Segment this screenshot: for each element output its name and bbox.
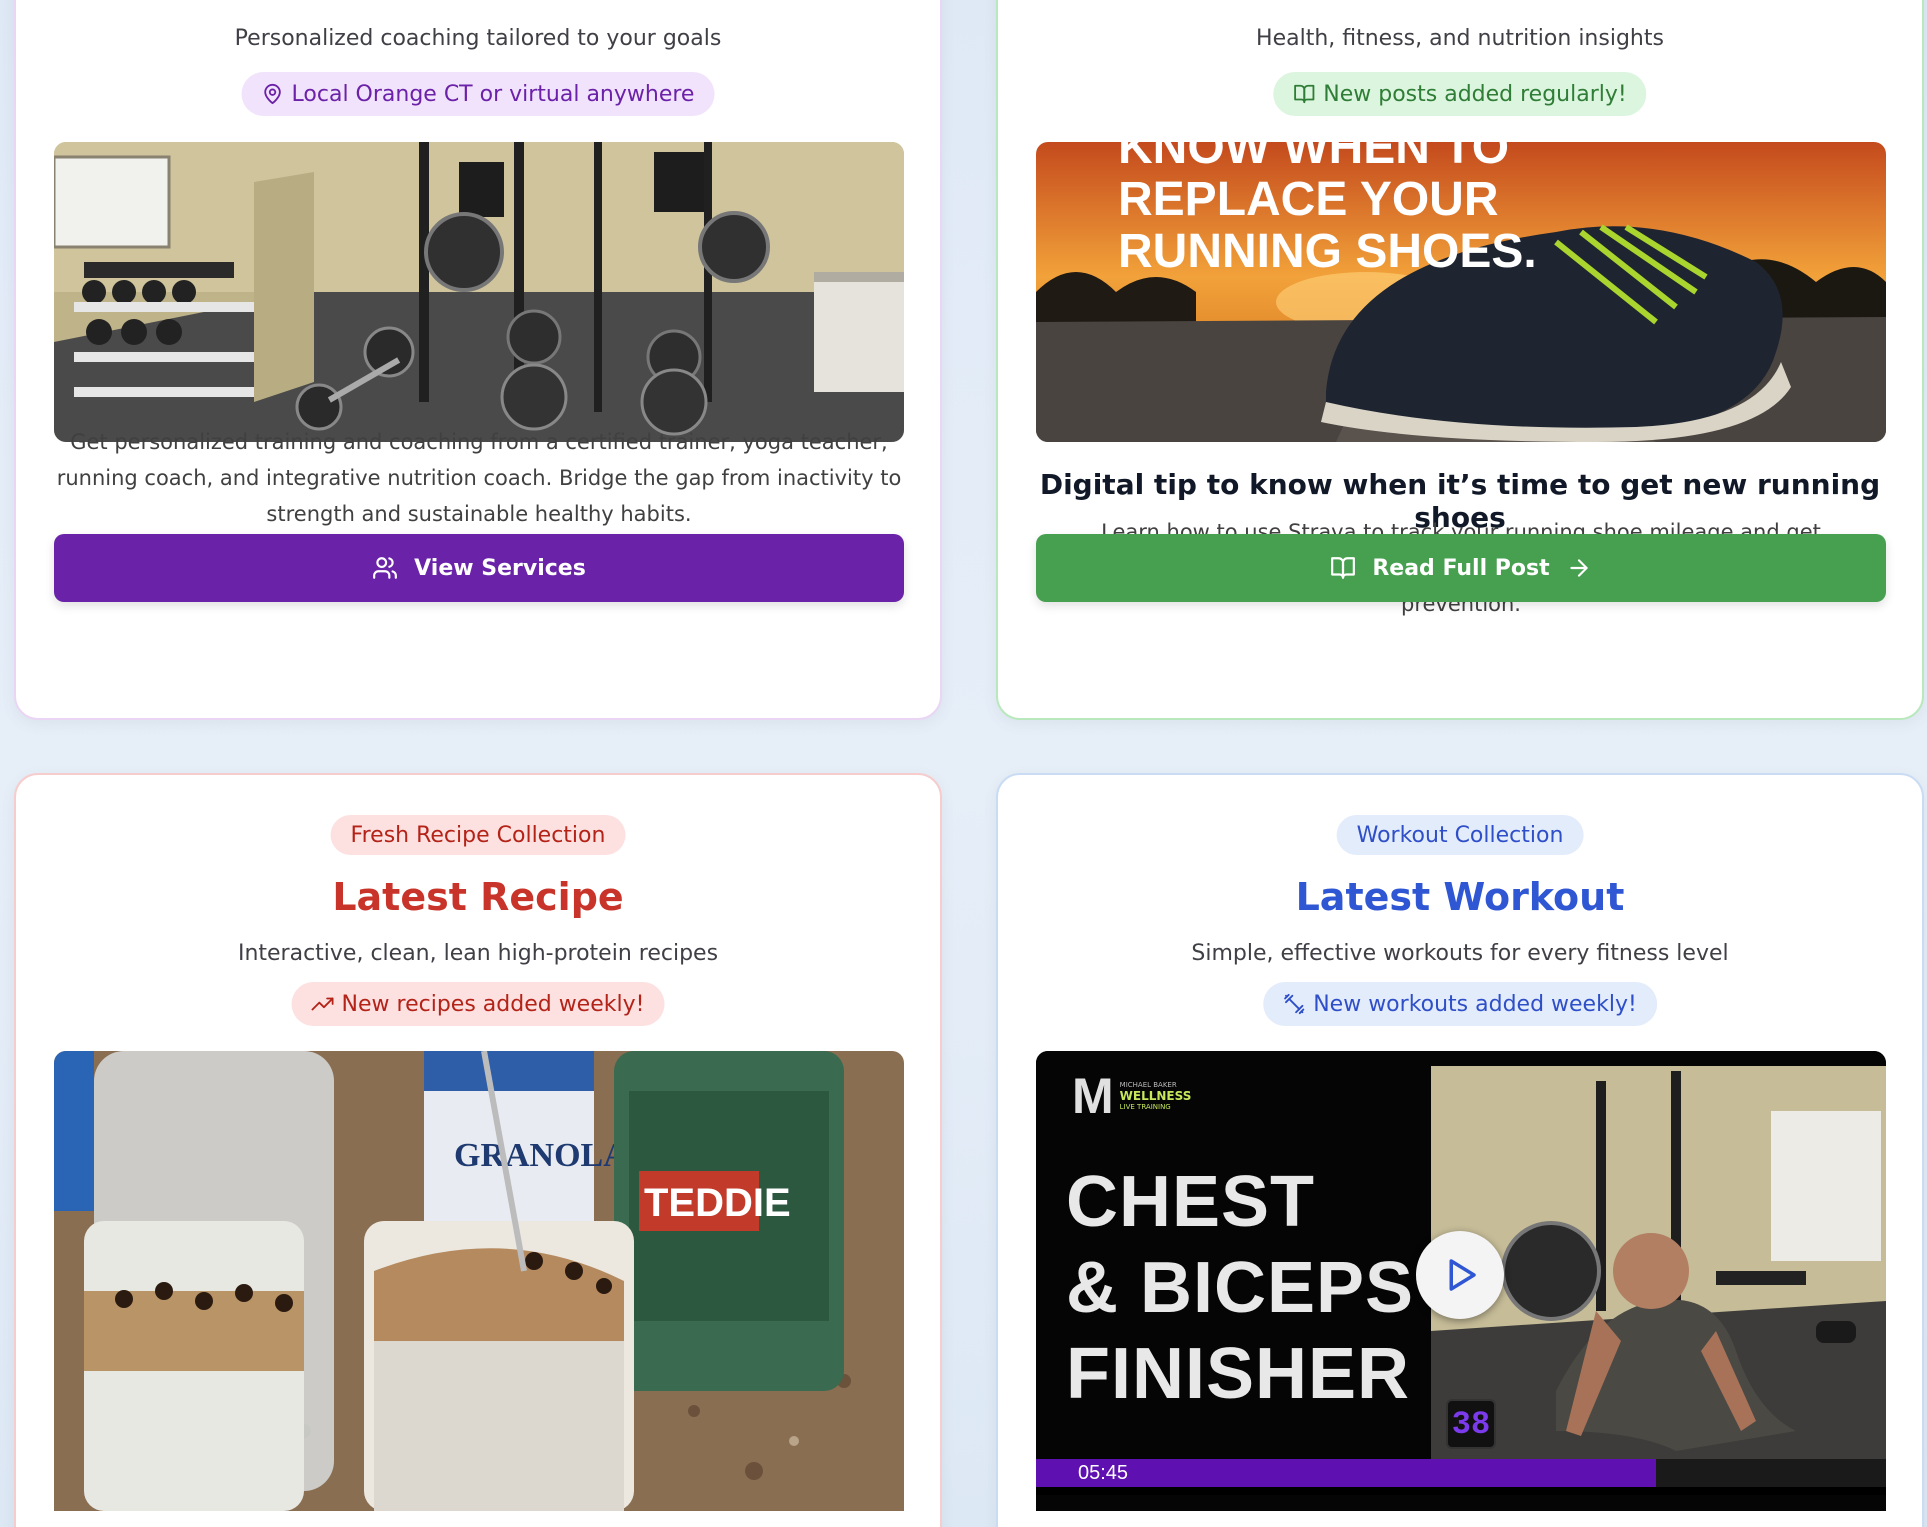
rep-counter: 38 <box>1446 1399 1496 1449</box>
workout-weekly-badge: New workouts added weekly! <box>1263 982 1657 1026</box>
recipe-tag-label: Fresh Recipe Collection <box>350 822 606 848</box>
brand-sub-text: LIVE TRAINING <box>1119 1102 1171 1111</box>
workout-badge-label: New workouts added weekly! <box>1313 991 1637 1017</box>
book-open-icon <box>1331 557 1356 579</box>
workout-subtitle: Simple, effective workouts for every fit… <box>1191 941 1729 966</box>
services-subtitle: Personalized coaching tailored to your g… <box>234 26 722 51</box>
services-badge-label: Local Orange CT or virtual anywhere <box>291 81 695 107</box>
workout-video-player[interactable]: M MICHAEL BAKER WELLNESS LIVE TRAINING C… <box>1036 1051 1886 1511</box>
workout-tag-label: Workout Collection <box>1356 822 1564 848</box>
blog-badge-label: New posts added regularly! <box>1323 81 1627 107</box>
recipe-weekly-badge: New recipes added weekly! <box>291 982 665 1026</box>
view-services-label: View Services <box>414 555 586 581</box>
brand-name-text: WELLNESS <box>1119 1088 1192 1103</box>
blog-image-text-line1: KNOW WHEN TO <box>1118 142 1510 174</box>
recipe-card: Fresh Recipe Collection Latest Recipe In… <box>14 773 942 1527</box>
play-button[interactable] <box>1416 1231 1504 1319</box>
workout-section-title: Latest Workout <box>1295 875 1625 919</box>
play-icon <box>1449 1259 1476 1291</box>
granola-label: GRANOLA <box>454 1137 628 1174</box>
blog-subtitle: Health, fitness, and nutrition insights <box>1256 26 1664 51</box>
services-gym-image <box>54 142 904 442</box>
book-open-icon <box>1294 84 1315 104</box>
video-title-line2: & BICEPS <box>1066 1248 1415 1328</box>
blog-image-text-line2: REPLACE YOUR <box>1118 173 1499 226</box>
blog-image-text-line3: RUNNING SHOES. <box>1118 225 1537 278</box>
video-title-line3: FINISHER <box>1066 1334 1411 1414</box>
blog-card: Health, fitness, and nutrition insights … <box>996 0 1924 720</box>
blog-post-image[interactable]: KNOW WHEN TO REPLACE YOUR RUNNING SHOES. <box>1036 142 1886 442</box>
jar-brand-label: TEDDIE <box>644 1181 791 1225</box>
arrow-right-icon <box>1569 559 1588 577</box>
workout-card: Workout Collection Latest Workout Simple… <box>996 773 1924 1527</box>
video-progress-bar[interactable] <box>1036 1487 1886 1495</box>
video-title-line1: CHEST <box>1066 1162 1316 1242</box>
services-card: Personalized coaching tailored to your g… <box>14 0 942 720</box>
workout-collection-tag: Workout Collection <box>1336 815 1584 855</box>
read-full-post-label: Read Full Post <box>1372 555 1550 581</box>
video-title: CHEST & BICEPS FINISHER <box>1066 1159 1414 1417</box>
services-location-badge: Local Orange CT or virtual anywhere <box>241 72 715 116</box>
blog-posts-badge: New posts added regularly! <box>1273 72 1647 116</box>
video-timestamp: 05:45 <box>1078 1462 1129 1484</box>
users-icon <box>373 557 398 579</box>
recipe-image[interactable]: GRANOLA TEDDIE <box>54 1051 904 1511</box>
read-full-post-button[interactable]: Read Full Post <box>1036 534 1886 602</box>
recipe-collection-tag: Fresh Recipe Collection <box>330 815 626 855</box>
dumbbell-icon <box>1284 993 1305 1015</box>
services-description: Get personalized training and coaching f… <box>56 430 902 526</box>
recipe-badge-label: New recipes added weekly! <box>341 991 645 1017</box>
trending-up-icon <box>311 997 334 1011</box>
recipe-subtitle: Interactive, clean, lean high-protein re… <box>237 941 719 966</box>
recipe-section-title: Latest Recipe <box>332 875 624 919</box>
view-services-button[interactable]: View Services <box>54 534 904 602</box>
map-pin-icon <box>264 83 281 105</box>
brand-logo-letter: M <box>1072 1068 1114 1124</box>
